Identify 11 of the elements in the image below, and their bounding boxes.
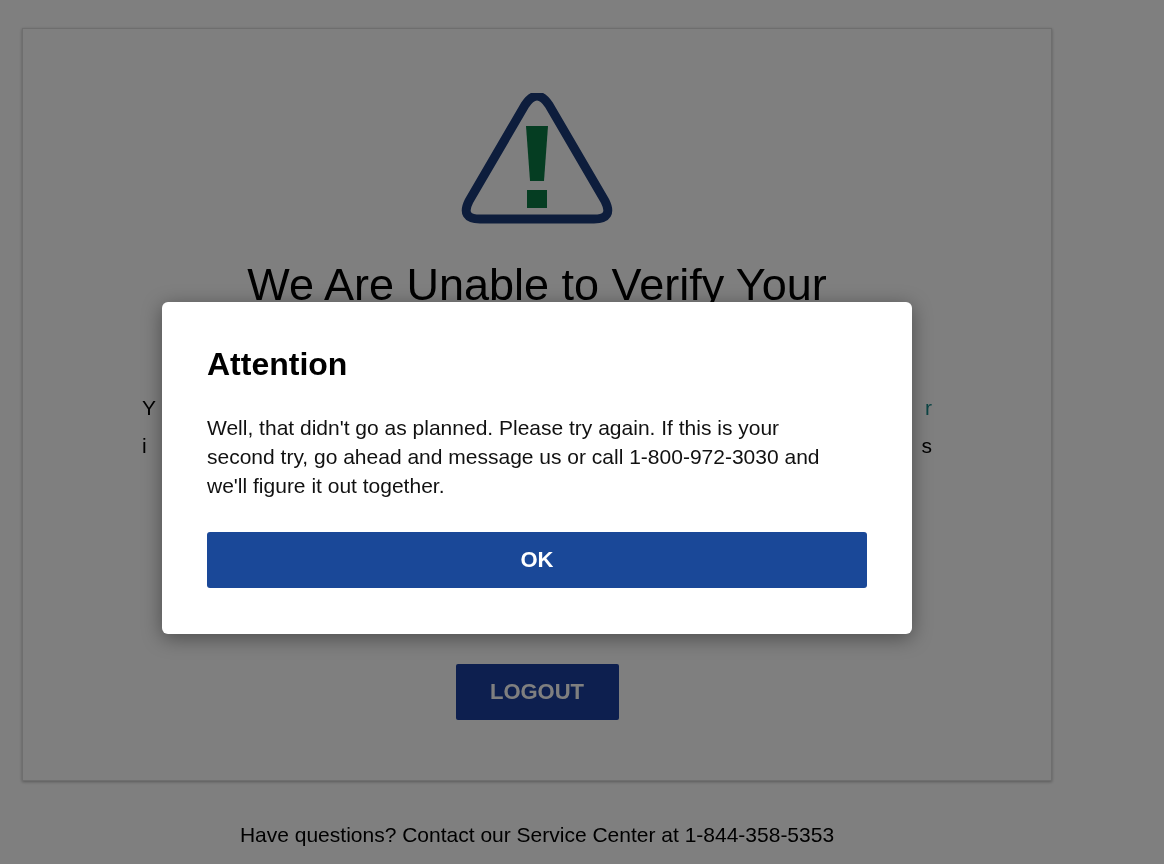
dialog-title: Attention	[207, 346, 349, 383]
logout-button[interactable]: LOGOUT	[455, 664, 619, 720]
paragraph-fragment: r	[925, 395, 932, 421]
paragraph-fragment: i	[142, 433, 147, 459]
warning-icon	[461, 93, 613, 227]
paragraph-fragment: Y	[142, 395, 156, 421]
ok-button[interactable]: OK	[207, 532, 867, 588]
paragraph-fragment: s	[921, 433, 932, 459]
dialog-message: Well, that didn't go as planned. Please try again. If this is your second try, go ahead and message us or call 1-800-972-3030 and we'll figure it out together.	[207, 415, 821, 499]
page-heading: We Are Unable to Verify Your	[247, 259, 827, 311]
footer-text: Have questions? Contact our Service Center at 1-844-358-5353	[238, 823, 836, 847]
